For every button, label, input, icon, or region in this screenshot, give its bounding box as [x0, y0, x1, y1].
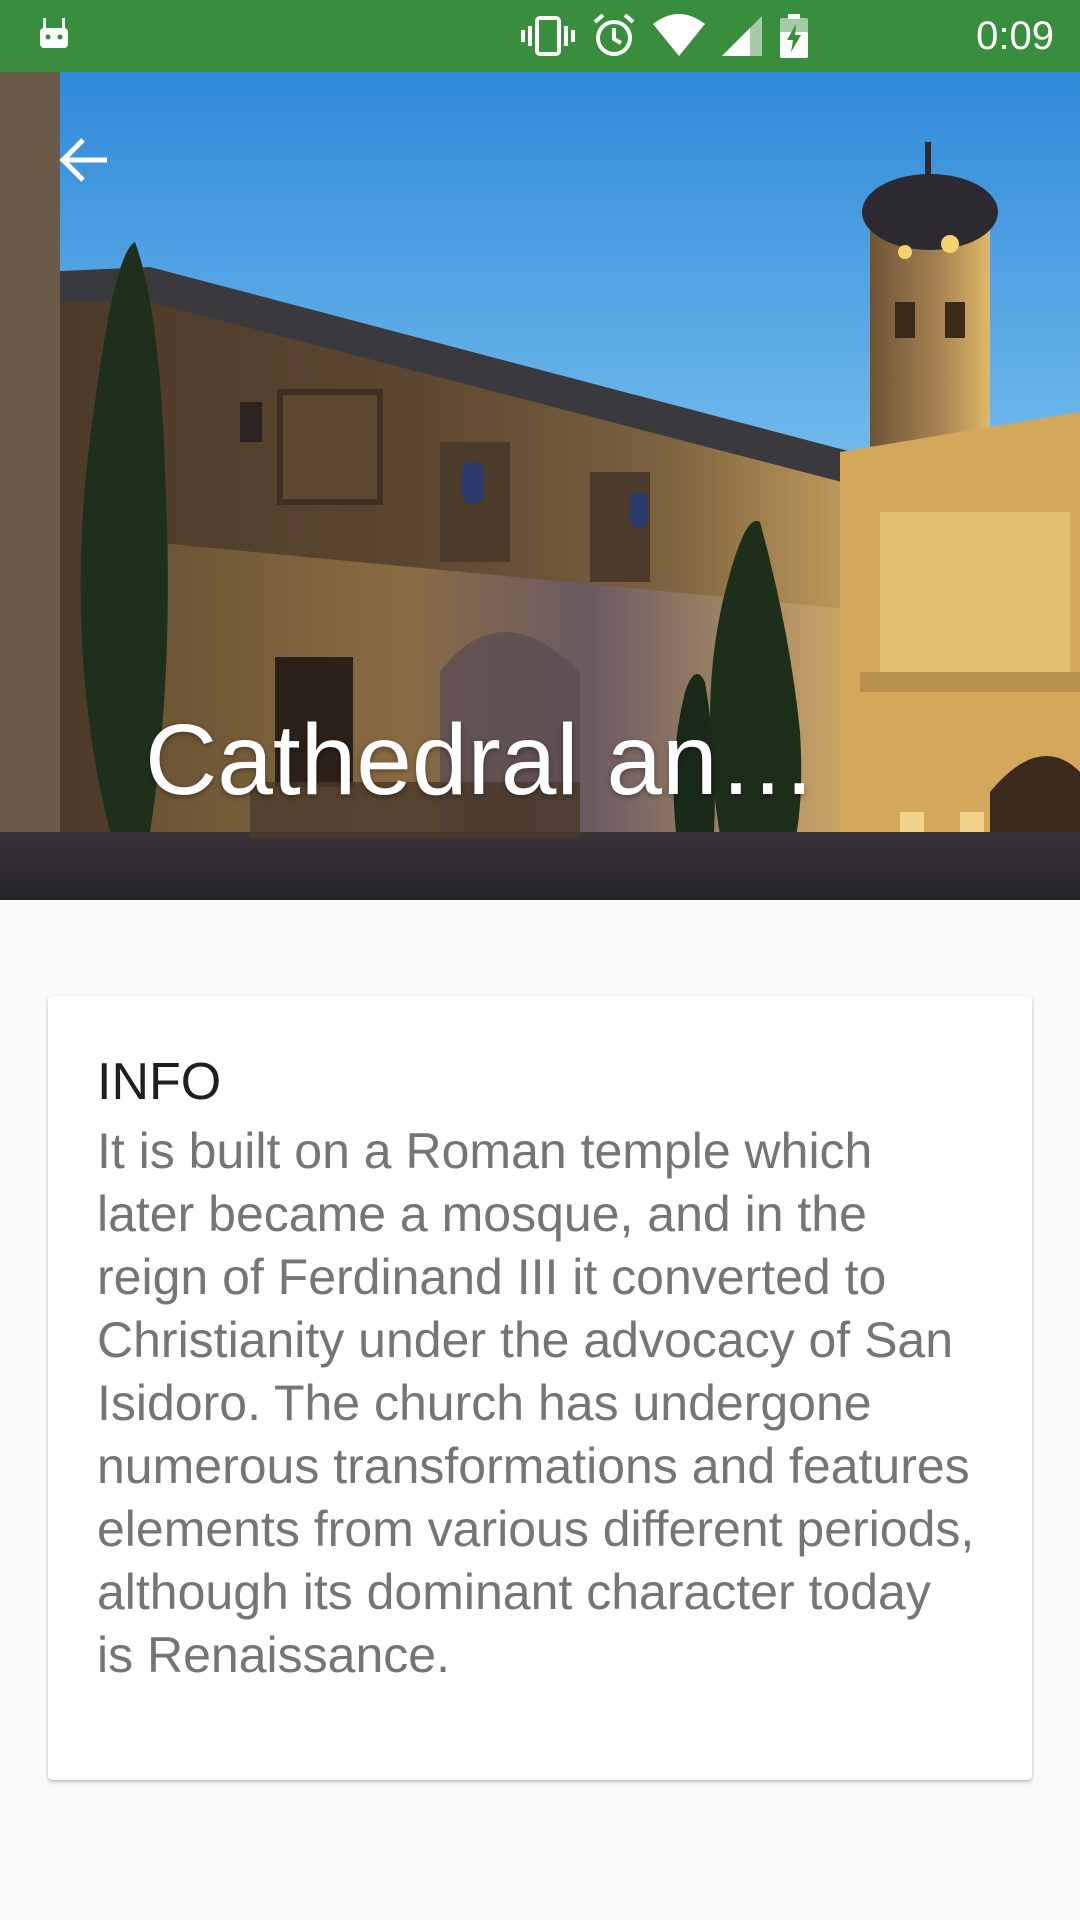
- arrow-left-icon: [59, 138, 107, 182]
- hero-header: Cathedral and Sacred Chapel: [0, 72, 1080, 900]
- status-time: 0:09: [976, 14, 1054, 58]
- wifi-icon: [653, 14, 705, 56]
- page-title: Cathedral and Sacred Chapel: [145, 704, 865, 816]
- info-body: It is built on a Roman temple which late…: [97, 1123, 975, 1683]
- info-card: INFO It is built on a Roman temple which…: [48, 996, 1032, 1780]
- back-button[interactable]: [48, 124, 120, 196]
- info-heading: INFO: [97, 1053, 222, 1111]
- android-icon: [40, 18, 68, 48]
- battery-charging-icon: [780, 14, 808, 58]
- signal-icon: [722, 16, 762, 56]
- status-icons: [520, 12, 810, 60]
- vibrate-icon: [521, 16, 575, 56]
- status-bar: 0:09: [0, 0, 1080, 72]
- alarm-icon: [593, 13, 635, 56]
